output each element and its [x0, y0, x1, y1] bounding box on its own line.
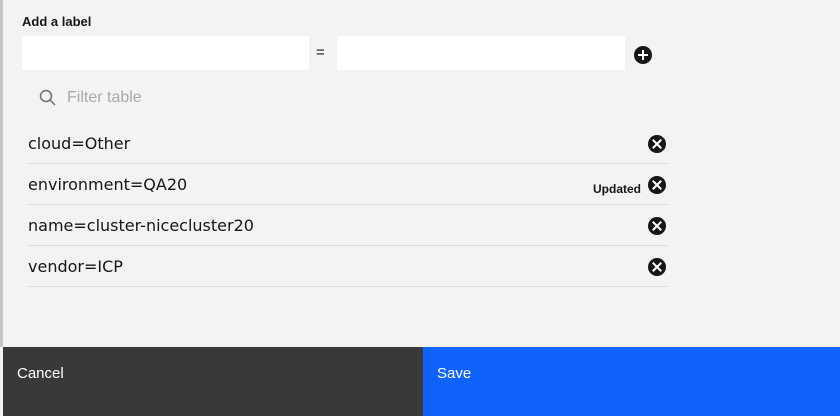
- equals-separator: =: [316, 44, 325, 61]
- label-list: cloud=Other environment=QA20 Updated nam…: [27, 123, 668, 287]
- remove-label-icon[interactable]: [648, 135, 666, 153]
- edit-labels-panel: Add a label = cloud=Other environment=QA…: [3, 0, 840, 347]
- label-text: environment=QA20: [28, 175, 188, 194]
- label-value-input[interactable]: [337, 36, 625, 70]
- search-icon: [39, 89, 56, 106]
- cancel-button[interactable]: Cancel: [3, 347, 423, 416]
- label-row: name=cluster-nicecluster20: [27, 205, 668, 246]
- label-text: name=cluster-nicecluster20: [28, 216, 254, 235]
- label-text: cloud=Other: [28, 134, 131, 153]
- updated-status-tag: Updated: [593, 182, 641, 196]
- label-row: cloud=Other: [27, 123, 668, 164]
- label-key-input[interactable]: [22, 36, 309, 70]
- save-button[interactable]: Save: [423, 347, 840, 416]
- filter-table-input[interactable]: [65, 84, 369, 112]
- label-row: vendor=ICP: [27, 246, 668, 287]
- add-label-heading: Add a label: [22, 14, 92, 29]
- label-text: vendor=ICP: [28, 257, 123, 276]
- label-row: environment=QA20 Updated: [27, 164, 668, 205]
- add-label-icon[interactable]: [634, 46, 652, 64]
- remove-label-icon[interactable]: [648, 258, 666, 276]
- remove-label-icon[interactable]: [648, 176, 666, 194]
- remove-label-icon[interactable]: [648, 217, 666, 235]
